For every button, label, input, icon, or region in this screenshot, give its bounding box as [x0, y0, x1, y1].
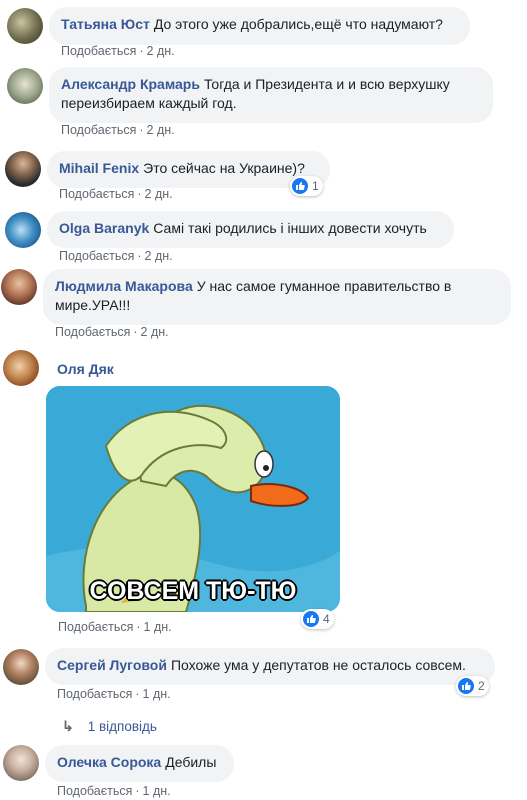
comment-bubble: Александр Крамарь Тогда и Президента и и …: [49, 67, 493, 123]
comment-time[interactable]: 2 дн.: [145, 249, 173, 263]
comment-meta: Подобається · 2 дн.: [59, 249, 173, 263]
separator-dot: ·: [139, 123, 144, 137]
image-caption: СОВСЕМ ТЮ-ТЮ: [89, 577, 297, 605]
reaction-number: 4: [323, 612, 330, 626]
separator-dot: ·: [135, 687, 140, 701]
comment-time[interactable]: 2 дн.: [141, 325, 169, 339]
comment-time[interactable]: 1 дн.: [143, 687, 171, 701]
comment-text: Дебилы: [165, 754, 217, 770]
comment-image[interactable]: СОВСЕМ ТЮ-ТЮ: [46, 386, 340, 612]
thumbs-up-icon: [458, 678, 474, 694]
comment-text: Это сейчас на Украине)?: [143, 160, 305, 176]
comment-bubble: Татьяна Юст До этого уже добрались,ещё чт…: [49, 7, 470, 45]
like-link[interactable]: Подобається: [55, 325, 130, 339]
avatar[interactable]: [3, 745, 39, 781]
comment-author[interactable]: Татьяна Юст: [61, 16, 150, 32]
comment-author[interactable]: Сергей Луговой: [57, 657, 167, 673]
comment-author[interactable]: Олечка Сорока: [57, 754, 161, 770]
comment-time[interactable]: 1 дн.: [143, 784, 171, 798]
comment-time[interactable]: 2 дн.: [147, 44, 175, 58]
avatar[interactable]: [1, 269, 37, 305]
like-link[interactable]: Подобається: [61, 44, 136, 58]
avatar[interactable]: [3, 350, 39, 386]
like-link[interactable]: Подобається: [61, 123, 136, 137]
comment-author[interactable]: Оля Дяк: [57, 361, 114, 377]
reaction-count[interactable]: 2: [456, 676, 489, 696]
separator-dot: ·: [135, 784, 140, 798]
comment-text: До этого уже добрались,ещё что надумают?: [153, 16, 443, 32]
avatar[interactable]: [3, 649, 39, 685]
avatar[interactable]: [5, 151, 41, 187]
like-link[interactable]: Подобається: [57, 687, 132, 701]
comment-time[interactable]: 1 дн.: [144, 620, 172, 634]
avatar[interactable]: [5, 212, 41, 248]
comment-meta: Подобається · 2 дн.: [55, 325, 169, 339]
comment-bubble: Mihail Fenix Это сейчас на Украине)?: [47, 151, 330, 188]
comment-bubble: Олечка Сорока Дебилы: [45, 745, 234, 782]
reply-arrow-icon: ↳: [62, 718, 74, 734]
like-link[interactable]: Подобається: [58, 620, 133, 634]
comment-meta: Подобається · 1 дн.: [58, 620, 172, 634]
comment-author[interactable]: Александр Крамарь: [61, 76, 200, 92]
reaction-number: 1: [312, 179, 319, 193]
view-replies-link[interactable]: ↳ 1 відповідь: [62, 718, 157, 735]
separator-dot: ·: [133, 325, 138, 339]
comment-meta: Подобається · 2 дн.: [61, 123, 175, 137]
comment-author[interactable]: Людмила Макарова: [55, 278, 193, 294]
like-link[interactable]: Подобається: [57, 784, 132, 798]
separator-dot: ·: [139, 44, 144, 58]
comment-meta: Подобається · 2 дн.: [59, 187, 173, 201]
comment-bubble: Сергей Луговой Похоже ума у депутатов не …: [45, 648, 495, 685]
thumbs-up-icon: [292, 178, 308, 194]
separator-dot: ·: [136, 620, 141, 634]
comment-text: Самі такі родились і інших довести хочут…: [153, 220, 427, 236]
reaction-count[interactable]: 1: [290, 176, 323, 196]
comment-text: Похоже ума у депутатов не осталось совсе…: [170, 657, 466, 673]
avatar[interactable]: [7, 8, 43, 44]
separator-dot: ·: [137, 249, 142, 263]
comment-time[interactable]: 2 дн.: [147, 123, 175, 137]
comment-meta: Подобається · 1 дн.: [57, 784, 171, 798]
comment-meta: Подобається · 1 дн.: [57, 687, 171, 701]
like-link[interactable]: Подобається: [59, 187, 134, 201]
comment-author[interactable]: Mihail Fenix: [59, 160, 139, 176]
comment-time[interactable]: 2 дн.: [145, 187, 173, 201]
like-link[interactable]: Подобається: [59, 249, 134, 263]
avatar[interactable]: [7, 68, 43, 104]
reaction-number: 2: [478, 679, 485, 693]
comment-meta: Подобається · 2 дн.: [61, 44, 175, 58]
comment-bubble: Людмила Макарова У нас самое гуманное пра…: [43, 269, 511, 325]
separator-dot: ·: [137, 187, 142, 201]
replies-count: 1 відповідь: [87, 719, 157, 734]
comment-author[interactable]: Olga Baranyk: [59, 220, 149, 236]
reaction-count[interactable]: 4: [301, 609, 334, 629]
comment-bubble: Olga Baranyk Самі такі родились і інших д…: [47, 211, 454, 248]
thumbs-up-icon: [303, 611, 319, 627]
